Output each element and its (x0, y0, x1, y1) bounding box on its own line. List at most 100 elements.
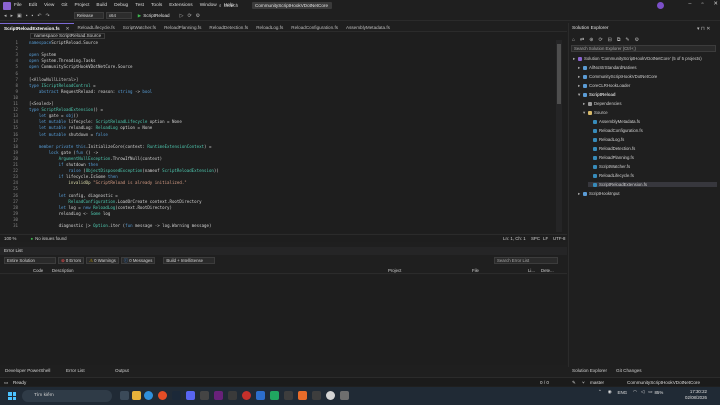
green-app-icon[interactable] (270, 391, 279, 400)
save-icon[interactable]: ▪ (26, 13, 28, 19)
cursor-position[interactable]: Ln: 1, Ch: 1 (503, 236, 526, 241)
task-view-icon[interactable] (120, 391, 129, 400)
tab-assemblymetadata[interactable]: AssemblyMetadata.fs (342, 23, 394, 32)
code-line[interactable]: open CommunityScriptHookVDotNetCore.Sour… (29, 64, 133, 69)
tray-app-icon[interactable]: ◉ (608, 389, 612, 395)
tab-error-list[interactable]: Error List (66, 368, 85, 373)
redo-icon[interactable]: ↷ (46, 13, 50, 19)
code-line[interactable]: raise (ObjectDisposedException(nameof Sc… (29, 168, 218, 173)
code-line[interactable]: open System (29, 52, 56, 57)
pending-changes-icon[interactable]: ⊕ (589, 37, 593, 43)
pencil-icon[interactable]: ✎ (572, 380, 576, 386)
platform-dropdown[interactable]: x64 (105, 12, 132, 19)
code-line[interactable]: let mutable lifecycle: ScriptReloadLifec… (29, 119, 182, 124)
menu-item-project[interactable]: Project (74, 3, 89, 8)
code-line[interactable]: invalidOp "ScriptReload is already initi… (29, 180, 186, 185)
tree-item[interactable]: ReloadPlanning.fs (588, 155, 634, 160)
switch-view-icon[interactable]: ⇄ (580, 37, 584, 43)
menu-item-view[interactable]: View (44, 3, 54, 8)
show-all-files-icon[interactable]: ⧉ (617, 37, 621, 43)
hot-reload-icon[interactable]: ⟳ (187, 13, 191, 19)
tree-item[interactable]: ▸ Dependencies (583, 101, 621, 107)
issues-status[interactable]: No issues found (35, 236, 67, 241)
config-dropdown[interactable]: Release (73, 12, 104, 19)
language-indicator[interactable]: ENG (618, 390, 628, 395)
volume-icon[interactable]: ◁ (641, 389, 644, 395)
taskbar-search[interactable]: Tìm kiếm (22, 390, 112, 402)
git-branch[interactable]: master (590, 380, 604, 385)
sync-icon[interactable]: ⟳ (598, 37, 602, 43)
tree-item[interactable]: ReloadLog.fs (588, 137, 624, 142)
red-app-icon[interactable] (242, 391, 251, 400)
code-line[interactable]: if lifecycle.IsSome then (29, 174, 118, 179)
tree-item[interactable]: ▸ CommunityScriptHookVDotNetCore (578, 74, 657, 80)
warnings-filter[interactable]: ⚠ 0 Warnings (86, 257, 119, 264)
tree-item[interactable]: ReloadConfiguration.fs (588, 128, 643, 133)
attach-icon[interactable]: ▷ (180, 13, 184, 19)
whitespace-mode[interactable]: SPC (531, 236, 540, 241)
edge-icon[interactable] (144, 391, 153, 400)
tab-git-changes[interactable]: Git Changes (616, 368, 642, 373)
code-line[interactable]: type ScriptReloadExtension() = (29, 107, 103, 112)
tab-reloadplanning[interactable]: ReloadPlanning.fs (160, 23, 205, 32)
col-line[interactable]: Li... (528, 268, 535, 273)
avatar[interactable] (657, 2, 664, 9)
tree-item[interactable]: ▸ CoreCLRHookLoader (578, 83, 630, 89)
error-search-input[interactable]: Search Error List (494, 257, 558, 264)
global-search[interactable]: ⌕ Search (219, 2, 251, 9)
tray-chevron-icon[interactable]: ⌃ (598, 389, 602, 395)
tab-solution-explorer[interactable]: Solution Explorer (572, 368, 607, 373)
menu-item-file[interactable]: File (14, 3, 22, 8)
menu-item-debug[interactable]: Debug (114, 3, 128, 8)
app4-icon[interactable] (326, 391, 335, 400)
code-line[interactable]: let gate = obj() (29, 113, 78, 118)
errors-filter[interactable]: ⊗ 0 Errors (58, 257, 85, 264)
save-all-icon[interactable]: ▪ (32, 13, 34, 19)
git-repo[interactable]: CommunityScriptHookVDotNetCore (627, 380, 700, 385)
run-button[interactable]: ▶ ScriptReload (138, 13, 170, 19)
battery-icon[interactable]: ▭ (648, 389, 652, 395)
menu-item-build[interactable]: Build (96, 3, 107, 8)
close-icon[interactable]: ✕ (713, 1, 718, 7)
code-line[interactable]: let mutable reloadLog: ReloadLog option … (29, 125, 152, 130)
line-ending[interactable]: LF (543, 236, 548, 241)
orange-app-icon[interactable] (298, 391, 307, 400)
tab-reloaddetection[interactable]: ReloadDetection.fs (205, 23, 252, 32)
steam-icon[interactable] (172, 391, 181, 400)
pin-icon[interactable]: ▾ ⊓ ✕ (697, 26, 710, 32)
terminal-icon[interactable] (200, 391, 209, 400)
clock[interactable]: 17:30:22 02/08/2026 (685, 389, 707, 401)
settings-icon[interactable]: ⚙ (635, 37, 639, 43)
maximize-icon[interactable]: ▫ (701, 1, 703, 7)
new-file-icon[interactable]: ▣ (17, 13, 22, 19)
solution-search-input[interactable]: Search Solution Explorer (Ctrl+;) (571, 45, 716, 52)
app3-icon[interactable] (312, 391, 321, 400)
build-filter-dropdown[interactable]: Build + IntelliSense (163, 257, 216, 264)
tools-icon[interactable]: ⚙ (196, 13, 200, 19)
menu-item-extensions[interactable]: Extensions (169, 3, 192, 8)
col-detection[interactable]: Dete... (541, 268, 554, 273)
encoding[interactable]: UTF-8 (553, 236, 565, 241)
code-line[interactable]: ReloadConfiguration.LoadOrCreate context… (29, 199, 201, 204)
windows-start-icon[interactable] (8, 392, 16, 400)
code-line[interactable]: member private this.InitializeCore(conte… (29, 144, 212, 149)
discord-icon[interactable] (186, 391, 195, 400)
code-line[interactable]: [<AllowNullLiteral>] (29, 77, 78, 82)
col-description[interactable]: Description (52, 268, 74, 273)
tree-item[interactable]: ScriptReloadExtension.fs (588, 182, 717, 187)
editor-scroll-thumb[interactable] (557, 44, 561, 104)
code-line[interactable]: open System.Threading.Tasks (29, 58, 96, 63)
tree-item[interactable]: ReloadDetection.fs (588, 146, 635, 151)
tree-item[interactable]: ▾ ScriptReload (578, 92, 616, 98)
app-icon[interactable] (228, 391, 237, 400)
code-line[interactable]: let log = new ReloadLog(context.RootDire… (29, 205, 172, 210)
code-line[interactable]: if shutdown then (29, 162, 98, 167)
forward-icon[interactable]: ▸ (11, 13, 14, 19)
minimize-icon[interactable]: – (688, 1, 691, 7)
app2-icon[interactable] (284, 391, 293, 400)
visual-studio-icon[interactable] (214, 391, 223, 400)
code-line[interactable]: abstract RequestReload: reason: string -… (29, 89, 152, 94)
changes-count[interactable]: 0 / 0 (540, 380, 549, 385)
collapse-all-icon[interactable]: ⊟ (608, 37, 612, 43)
col-file[interactable]: File (472, 268, 479, 273)
